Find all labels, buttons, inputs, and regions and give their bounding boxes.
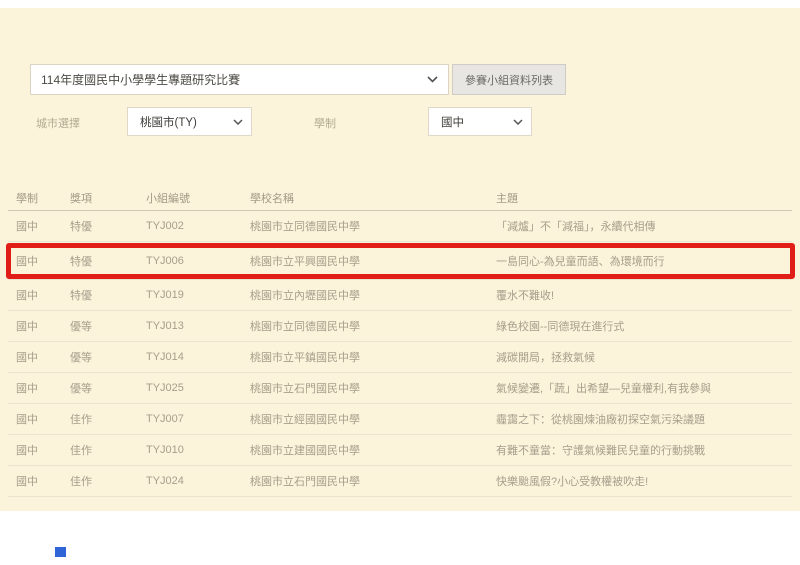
cell-group-id: TYJ007 — [146, 413, 250, 425]
table-row[interactable]: 國中優等TYJ025桃園市立石門國民中學氣候變遷,「蔬」出希望—兒童權利,有我參… — [8, 373, 792, 404]
cell-award: 優等 — [70, 349, 146, 365]
level-select-label: 學制 — [314, 115, 336, 131]
header-group-id: 小組編號 — [146, 190, 250, 206]
table-body: 國中特優TYJ002桃園市立同德國民中學「減爐」不「減福」，永續代相傳國中特優T… — [8, 211, 792, 497]
cell-school: 桃園市立平興國民中學 — [250, 253, 496, 269]
cell-topic: 快樂颱風假?小心受教權被吹走! — [496, 473, 792, 489]
cell-school: 桃園市立石門國民中學 — [250, 380, 496, 396]
cell-award: 佳作 — [70, 411, 146, 427]
table-row[interactable]: 國中優等TYJ013桃園市立同德國民中學綠色校園--同德現在進行式 — [8, 311, 792, 342]
cell-award: 優等 — [70, 318, 146, 334]
city-select-value: 桃園市(TY) — [140, 114, 197, 130]
cell-school: 桃園市立同德國民中學 — [250, 318, 496, 334]
table-row[interactable]: 國中特優TYJ006桃園市立平興國民中學一島同心-為兒童而語、為環境而行 — [8, 242, 792, 280]
table-header-row: 學制 獎項 小組編號 學校名稱 主題 — [8, 185, 792, 211]
table-row[interactable]: 國中特優TYJ002桃園市立同德國民中學「減爐」不「減福」，永續代相傳 — [8, 211, 792, 242]
cell-level: 國中 — [8, 287, 70, 303]
city-select[interactable]: 桃園市(TY) — [127, 107, 252, 136]
cell-topic: 霾靄之下：從桃園煉油廠初探空氣污染議題 — [496, 411, 792, 427]
cell-group-id: TYJ025 — [146, 382, 250, 394]
cell-group-id: TYJ013 — [146, 320, 250, 332]
results-table: 學制 獎項 小組編號 學校名稱 主題 國中特優TYJ002桃園市立同德國民中學「… — [8, 185, 792, 497]
cell-topic: 減碳開局，拯救氣候 — [496, 349, 792, 365]
cell-school: 桃園市立同德國民中學 — [250, 218, 496, 234]
cell-level: 國中 — [8, 218, 70, 234]
cell-level: 國中 — [8, 349, 70, 365]
chevron-down-icon — [419, 76, 438, 83]
table-row[interactable]: 國中優等TYJ014桃園市立平鎮國民中學減碳開局，拯救氣候 — [8, 342, 792, 373]
cell-level: 國中 — [8, 411, 70, 427]
cell-topic: 「減爐」不「減福」，永續代相傳 — [496, 218, 792, 234]
cell-topic: 有難不童當：守護氣候難民兒童的行動挑戰 — [496, 442, 792, 458]
cell-group-id: TYJ006 — [146, 255, 250, 267]
cell-topic: 氣候變遷,「蔬」出希望—兒童權利,有我參與 — [496, 380, 792, 396]
cell-award: 特優 — [70, 253, 146, 269]
cell-group-id: TYJ002 — [146, 220, 250, 232]
group-list-button[interactable]: 參賽小組資料列表 — [452, 64, 566, 95]
cell-topic: 綠色校園--同德現在進行式 — [496, 318, 792, 334]
cell-topic: 覆水不難收! — [496, 287, 792, 303]
cell-level: 國中 — [8, 318, 70, 334]
cell-award: 特優 — [70, 287, 146, 303]
competition-select[interactable]: 114年度國民中小學學生專題研究比賽 — [30, 64, 449, 95]
cell-topic: 一島同心-為兒童而語、為環境而行 — [496, 253, 792, 269]
cell-school: 桃園市立石門國民中學 — [250, 473, 496, 489]
table-row[interactable]: 國中佳作TYJ007桃園市立經國國民中學霾靄之下：從桃園煉油廠初探空氣污染議題 — [8, 404, 792, 435]
chevron-down-icon — [225, 119, 243, 125]
cell-level: 國中 — [8, 442, 70, 458]
cell-school: 桃園市立平鎮國民中學 — [250, 349, 496, 365]
cell-award: 特優 — [70, 218, 146, 234]
table-row[interactable]: 國中佳作TYJ010桃園市立建國國民中學有難不童當：守護氣候難民兒童的行動挑戰 — [8, 435, 792, 466]
cell-group-id: TYJ014 — [146, 351, 250, 363]
header-level: 學制 — [8, 190, 70, 206]
header-award: 獎項 — [70, 190, 146, 206]
cell-group-id: TYJ019 — [146, 289, 250, 301]
cell-award: 佳作 — [70, 473, 146, 489]
cell-level: 國中 — [8, 473, 70, 489]
cell-level: 國中 — [8, 253, 70, 269]
header-school: 學校名稱 — [250, 190, 496, 206]
cell-award: 佳作 — [70, 442, 146, 458]
competition-select-value: 114年度國民中小學學生專題研究比賽 — [41, 71, 419, 88]
level-select-value: 國中 — [441, 114, 464, 130]
header-topic: 主題 — [496, 190, 792, 206]
cell-school: 桃園市立經國國民中學 — [250, 411, 496, 427]
table-row[interactable]: 國中佳作TYJ024桃園市立石門國民中學快樂颱風假?小心受教權被吹走! — [8, 466, 792, 497]
cell-school: 桃園市立內壢國民中學 — [250, 287, 496, 303]
city-select-label: 城市選擇 — [36, 115, 80, 131]
cell-level: 國中 — [8, 380, 70, 396]
blue-marker — [55, 547, 66, 557]
cell-group-id: TYJ024 — [146, 475, 250, 487]
cell-school: 桃園市立建國國民中學 — [250, 442, 496, 458]
table-row[interactable]: 國中特優TYJ019桃園市立內壢國民中學覆水不難收! — [8, 280, 792, 311]
chevron-down-icon — [505, 119, 523, 125]
cell-award: 優等 — [70, 380, 146, 396]
level-select[interactable]: 國中 — [428, 107, 532, 136]
cell-group-id: TYJ010 — [146, 444, 250, 456]
